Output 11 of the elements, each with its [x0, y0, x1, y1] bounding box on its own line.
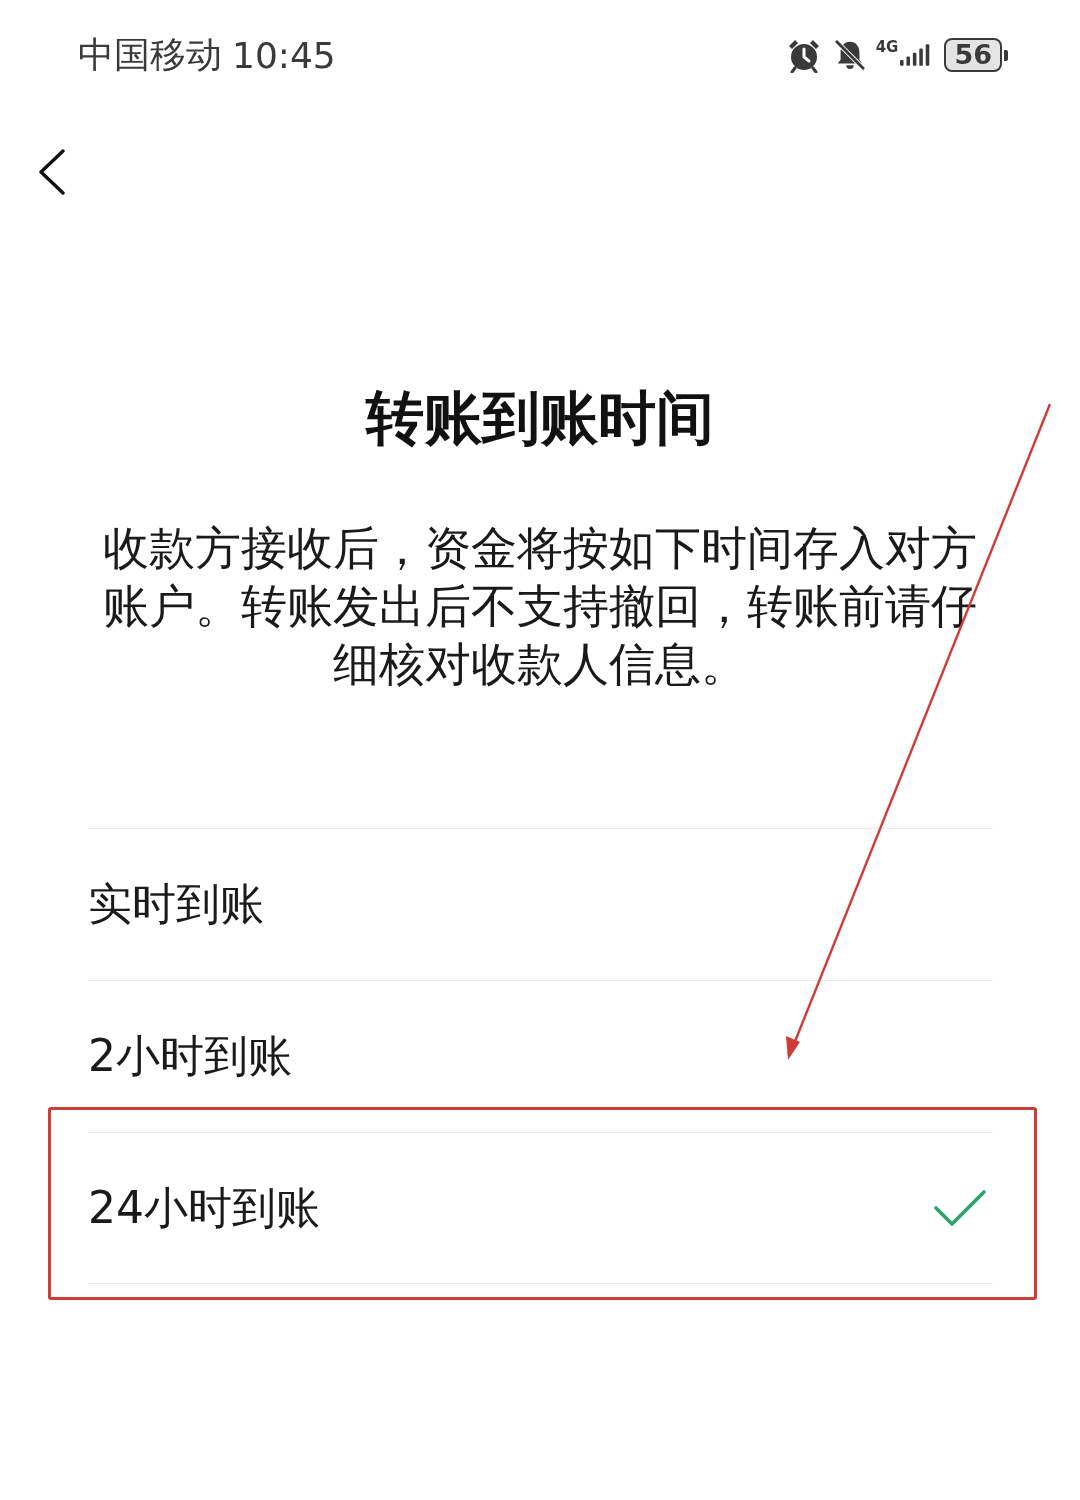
clock-time: 10:45 — [232, 34, 336, 76]
bell-muted-icon — [833, 39, 866, 71]
transfer-option[interactable]: 实时到账 — [88, 828, 993, 980]
transfer-option[interactable]: 24小时到账 — [88, 1132, 993, 1284]
back-chevron-icon — [38, 149, 66, 195]
carrier-name: 中国移动 — [78, 32, 222, 77]
back-button[interactable] — [38, 149, 66, 195]
page-title: 转账到账时间 — [364, 383, 715, 453]
signal-strength-icon — [900, 41, 931, 69]
battery-indicator: 56 — [944, 38, 1008, 72]
network-type-label: 4G — [875, 38, 899, 56]
